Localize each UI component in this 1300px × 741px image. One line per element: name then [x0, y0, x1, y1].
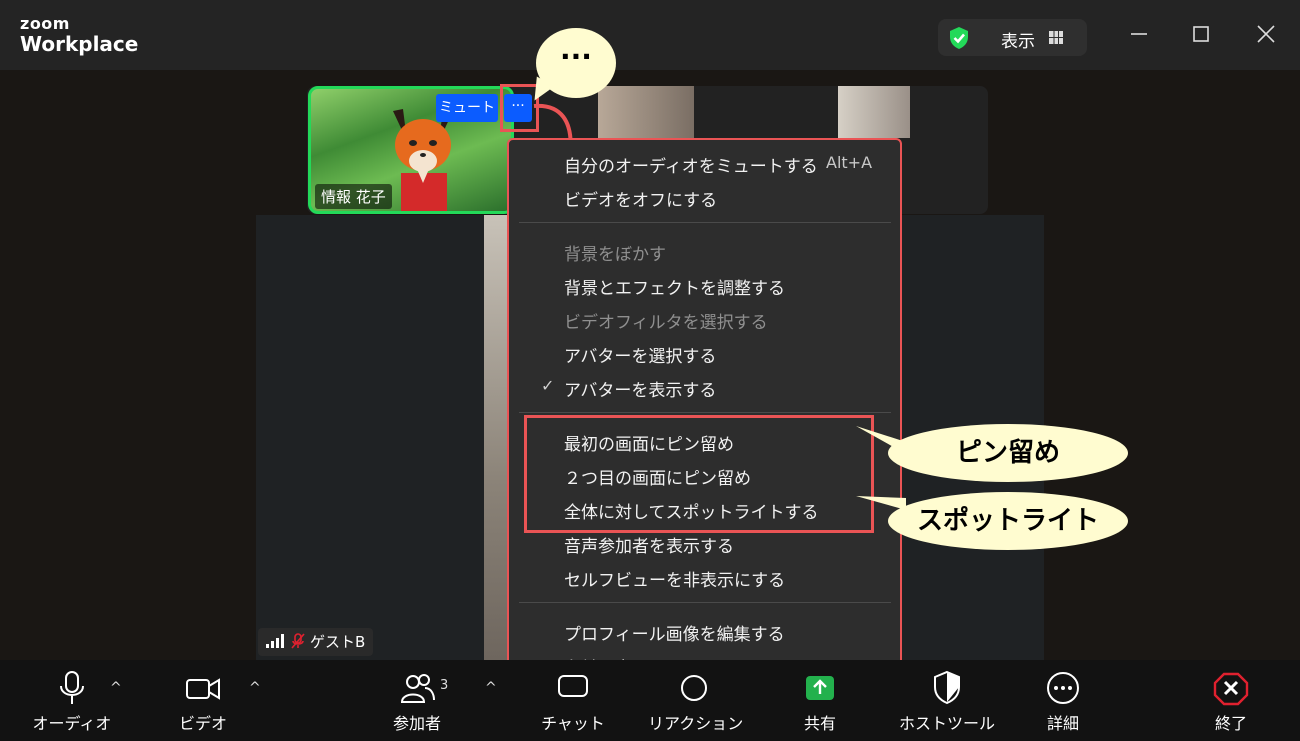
video-camera-icon [186, 678, 220, 700]
pin-callout: ピン留め [888, 424, 1128, 482]
guest-name-tag: ゲストB [258, 628, 374, 656]
share-button[interactable]: 共有 [790, 668, 850, 734]
microphone-icon [60, 671, 84, 704]
menu-separator [519, 412, 891, 413]
more-callout: ··· [536, 28, 616, 98]
menu-item-blur-background: 背景をぼかす [564, 245, 666, 265]
participants-count: 3 [440, 678, 449, 693]
more-label: 詳細 [1046, 714, 1079, 733]
reactions-button[interactable]: リアクション [648, 668, 744, 734]
title-bar: zoom Workplace 表示 [0, 0, 1300, 70]
guest-name: ゲストB [310, 633, 366, 651]
audio-caret-icon[interactable]: ^ [110, 680, 122, 696]
menu-item-stop-video[interactable]: ビデオをオフにする [564, 186, 717, 211]
menu-item-show-avatar[interactable]: アバターを表示する [564, 376, 716, 401]
host-tools-label: ホストツール [898, 714, 995, 733]
chat-label: チャット [541, 714, 605, 733]
video-label: ビデオ [178, 714, 227, 733]
end-label: 終了 [1214, 714, 1247, 733]
menu-separator [519, 602, 891, 603]
minimize-icon[interactable] [1127, 22, 1151, 46]
view-button[interactable]: 表示 [938, 19, 1087, 56]
maximize-icon[interactable] [1189, 22, 1213, 46]
menu-item-show-audio-participants[interactable]: 音声参加者を表示する [564, 532, 734, 557]
reaction-icon [681, 675, 707, 701]
menu-separator [519, 222, 891, 223]
grid-icon [1049, 31, 1063, 44]
security-shield-icon [934, 670, 960, 705]
signal-icon [266, 634, 284, 648]
menu-shortcut: Alt+A [826, 153, 873, 172]
highlight-pin-spotlight [524, 415, 874, 533]
chat-icon [558, 675, 588, 697]
menu-item-hide-self-view[interactable]: セルフビューを非表示にする [564, 566, 785, 591]
participants-label: 参加者 [392, 714, 441, 733]
brand-zoom: zoom [20, 14, 70, 33]
muted-mic-icon [291, 633, 305, 649]
zoom-logo: zoom Workplace [20, 14, 139, 56]
shield-check-icon [950, 27, 968, 49]
tile-mute-button[interactable]: ミュート [436, 94, 498, 122]
chat-button[interactable]: チャット [540, 668, 606, 734]
brand-workplace: Workplace [20, 32, 139, 56]
share-label: 共有 [803, 714, 836, 733]
menu-item-video-filter: ビデオフィルタを選択する [564, 313, 768, 333]
video-caret-icon[interactable]: ^ [249, 680, 261, 696]
participant-video-3[interactable] [838, 86, 910, 138]
end-meeting-button[interactable]: 終了 [1204, 668, 1258, 734]
more-button[interactable]: 詳細 [1036, 668, 1090, 734]
menu-item-edit-profile-picture[interactable]: プロフィール画像を編集する [564, 620, 785, 645]
audio-label: オーディオ [32, 714, 112, 733]
more-dots-icon [1047, 672, 1079, 704]
participants-icon [400, 674, 435, 703]
menu-item-mute-audio[interactable]: 自分のオーディオをミュートする [564, 152, 818, 177]
menu-item-adjust-effects[interactable]: 背景とエフェクトを調整する [564, 274, 785, 299]
menu-item-choose-avatar[interactable]: アバターを選択する [564, 342, 716, 367]
end-meeting-icon [1213, 672, 1249, 706]
reactions-label: リアクション [648, 714, 744, 733]
video-button[interactable]: ビデオ [170, 668, 236, 734]
close-icon[interactable] [1254, 22, 1278, 46]
audio-button[interactable]: オーディオ [30, 668, 114, 734]
check-icon: ✓ [541, 376, 555, 395]
view-label: 表示 [1001, 32, 1035, 52]
spotlight-callout: スポットライト [888, 492, 1128, 550]
meeting-toolbar: オーディオ ^ ビデオ ^ 参加者 3 ^ チャット リアクション 共有 ホスト… [0, 660, 1300, 741]
share-screen-icon [806, 676, 834, 700]
self-name-tag: 情報 花子 [315, 184, 392, 209]
participants-caret-icon[interactable]: ^ [485, 680, 497, 696]
participant-video-2[interactable] [598, 86, 694, 138]
host-tools-button[interactable]: ホストツール [898, 668, 996, 734]
